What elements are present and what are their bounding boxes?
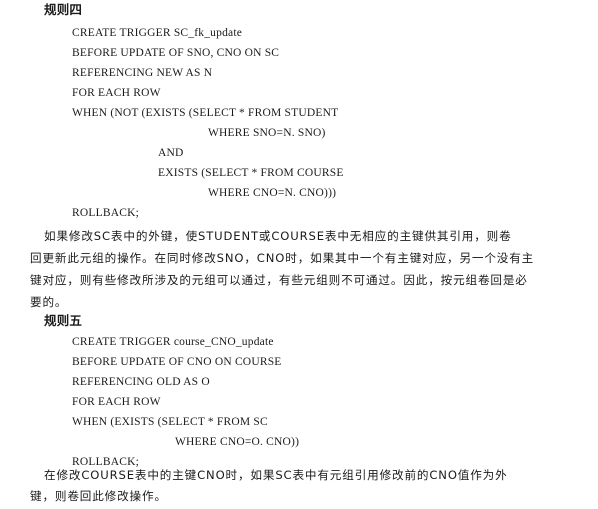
rule4-paragraph-line: 键对应，则有些修改所涉及的元组可以通过，有些元组则不可通过。因此，按元组卷回是必 [30,273,528,287]
rule4-paragraph-line: 如果修改SC表中的外键，使STUDENT或COURSE表中无相应的主键供其引用，… [44,229,512,243]
rule4-code-line: WHERE CNO=N. CNO))) [208,187,337,199]
rule4-code-line: WHERE SNO=N. SNO) [208,127,326,139]
rule4-code-line: FOR EACH ROW [72,87,161,99]
rule4-code-line: EXISTS (SELECT * FROM COURSE [158,167,344,179]
document-page: 规则四 CREATE TRIGGER SC_fk_update BEFORE U… [0,0,598,509]
rule4-code-line: AND [158,147,184,159]
rule5-paragraph-line: 键，则卷回此修改操作。 [30,489,167,503]
rule4-code-line: WHEN (NOT (EXISTS (SELECT * FROM STUDENT [72,107,339,119]
rule4-heading: 规则四 [44,2,83,17]
rule5-code-line: WHERE CNO=O. CNO)) [175,436,300,448]
rule4-code-line: CREATE TRIGGER SC_fk_update [72,27,243,39]
rule4-code-line: ROLLBACK; [72,207,139,219]
rule5-heading: 规则五 [44,313,83,328]
rule4-code-line: BEFORE UPDATE OF SNO, CNO ON SC [72,47,280,59]
rule4-code-line: REFERENCING NEW AS N [72,67,213,79]
rule5-code-line: FOR EACH ROW [72,396,161,408]
rule5-paragraph-line: 在修改COURSE表中的主键CNO时，如果SC表中有元组引用修改前的CNO值作为… [44,468,508,482]
rule4-paragraph-line: 要的。 [30,295,68,309]
rule5-code-line: REFERENCING OLD AS O [72,376,210,388]
rule4-paragraph-line: 回更新此元组的操作。在同时修改SNO，CNO时，如果其中一个有主键对应，另一个没… [30,251,535,265]
rule5-code-line: WHEN (EXISTS (SELECT * FROM SC [72,416,268,428]
rule5-code-line: CREATE TRIGGER course_CNO_update [72,336,274,348]
rule5-code-line: BEFORE UPDATE OF CNO ON COURSE [72,356,282,368]
